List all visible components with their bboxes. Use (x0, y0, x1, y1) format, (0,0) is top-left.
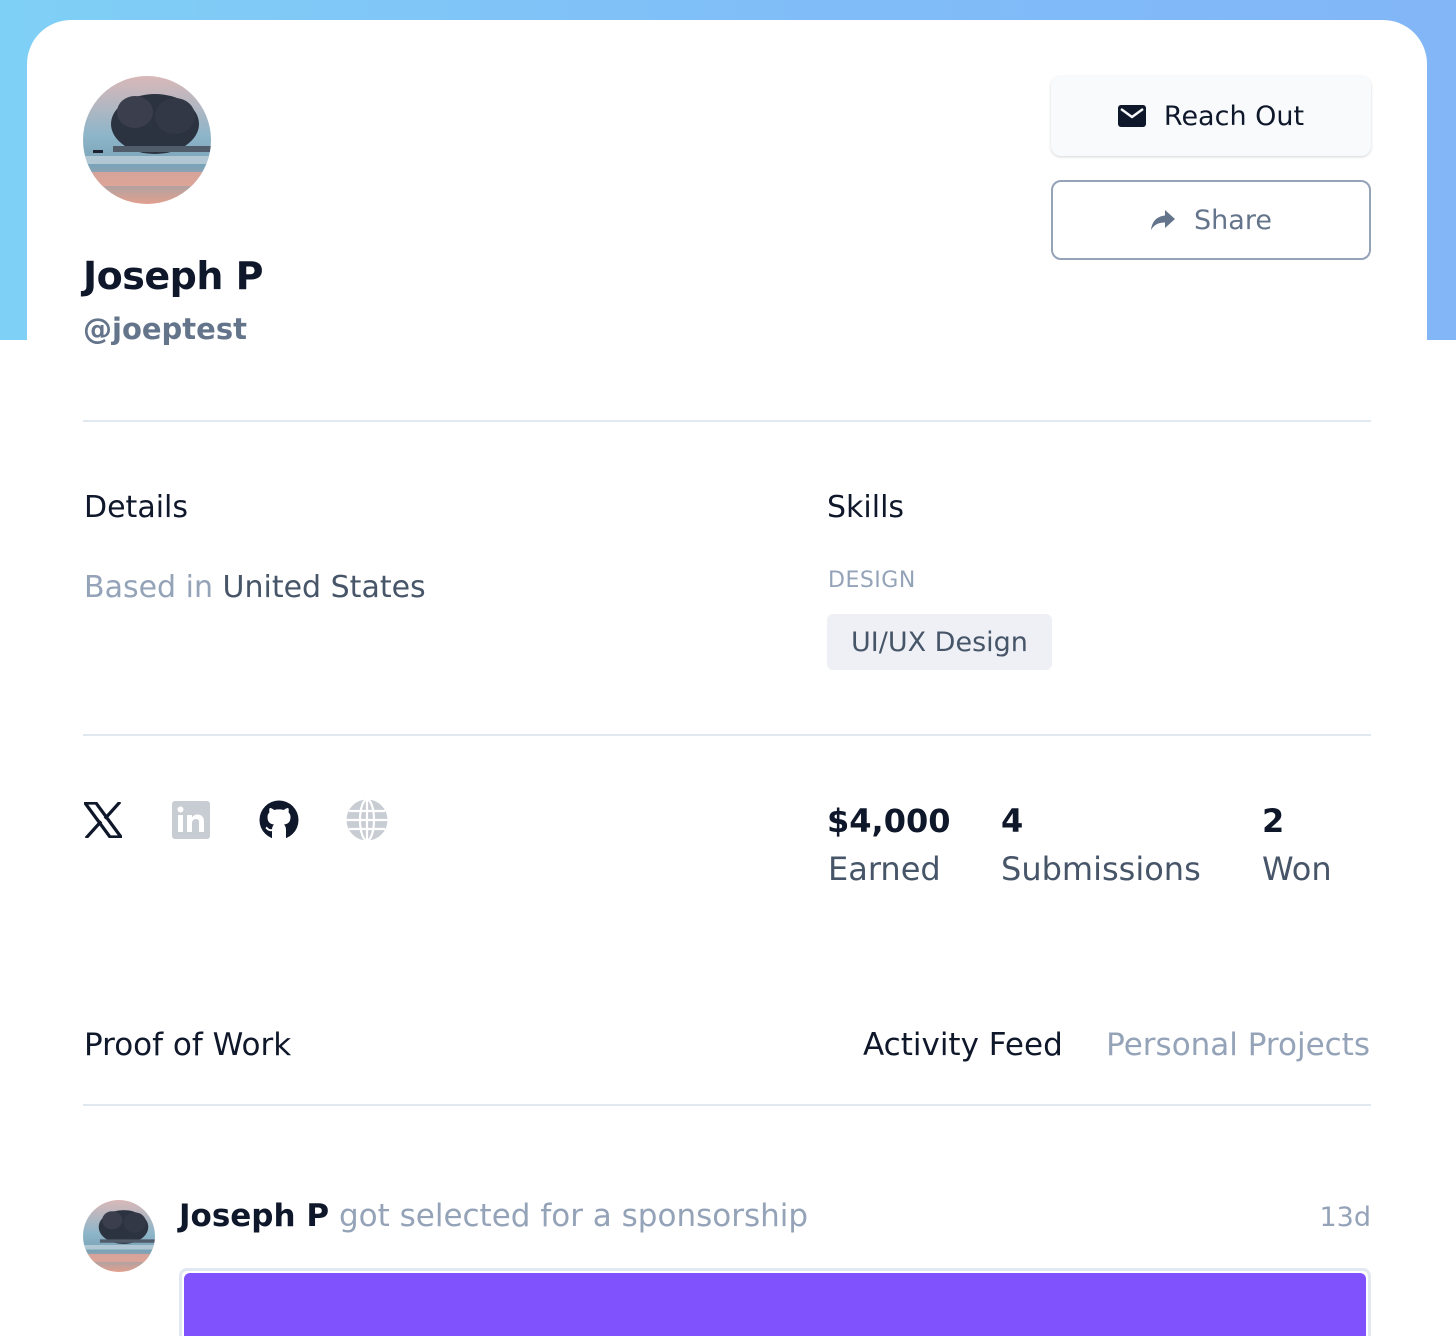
x-twitter-icon[interactable] (81, 798, 125, 842)
divider (83, 420, 1371, 422)
proof-of-work-title: Proof of Work (84, 1027, 292, 1063)
stat-won-label: Won (1262, 850, 1332, 888)
profile-handle: @joeptest (83, 312, 247, 346)
share-button[interactable]: Share (1051, 180, 1371, 260)
feed-avatar (83, 1200, 155, 1272)
divider (83, 734, 1371, 736)
location-prefix: Based in (84, 570, 213, 605)
feed-action: got selected for a sponsorship (338, 1198, 809, 1234)
mail-icon (1117, 105, 1146, 127)
tab-personal-projects[interactable]: Personal Projects (1106, 1027, 1370, 1063)
share-arrow-icon (1150, 209, 1176, 231)
stat-submissions-value: 4 (1001, 802, 1024, 840)
feed-timestamp: 13d (1319, 1202, 1372, 1233)
skill-category: DESIGN (828, 568, 916, 593)
globe-icon[interactable] (345, 798, 389, 842)
github-icon[interactable] (257, 798, 301, 842)
location-text: Based in United States (84, 570, 426, 605)
reach-out-button[interactable]: Reach Out (1051, 76, 1371, 156)
share-label: Share (1194, 204, 1272, 236)
details-title: Details (84, 490, 189, 525)
linkedin-icon[interactable] (169, 798, 213, 842)
location-country: United States (222, 570, 426, 605)
stat-won-value: 2 (1262, 802, 1285, 840)
reach-out-label: Reach Out (1163, 100, 1305, 132)
tab-activity-feed[interactable]: Activity Feed (863, 1027, 1063, 1063)
feed-user-name[interactable]: Joseph P (179, 1198, 329, 1234)
stat-earned-label: Earned (828, 850, 941, 888)
profile-name: Joseph P (83, 254, 263, 298)
feed-item-text: Joseph P got selected for a sponsorship (179, 1198, 808, 1234)
avatar (83, 76, 211, 204)
stat-submissions-label: Submissions (1001, 850, 1201, 888)
stat-earned-value: $4,000 (827, 802, 951, 840)
avatar-image (83, 76, 211, 204)
feed-card-banner (184, 1273, 1366, 1336)
skills-title: Skills (827, 490, 905, 525)
feed-avatar-image (83, 1200, 155, 1272)
divider (83, 1104, 1371, 1106)
skill-tag: UI/UX Design (827, 614, 1052, 670)
feed-card[interactable] (179, 1268, 1371, 1336)
